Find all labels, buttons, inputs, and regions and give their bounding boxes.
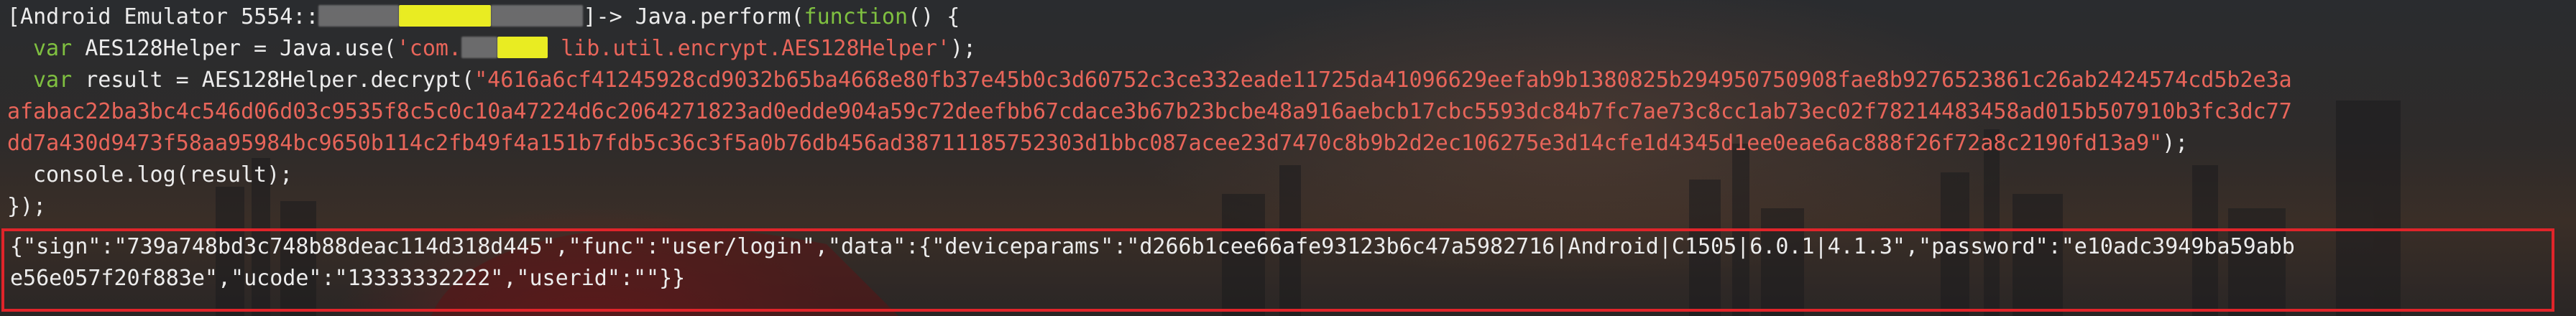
code-line-close: }); [7, 191, 2569, 223]
code-line-use: var AES128Helper = Java.use('com. lib.ut… [7, 33, 2569, 65]
prompt-prefix: [Android Emulator 5554:: [7, 4, 319, 29]
redacted-device-id-tail [491, 5, 584, 27]
class-string-end: lib.util.encrypt.AES128Helper' [548, 36, 950, 61]
terminal-output: [Android Emulator 5554::]-> Java.perform… [7, 1, 2569, 223]
code-end: ); [949, 36, 977, 61]
cipher-string-part2: afabac22ba3bc4c546d06d03c9535f8c5c0c10a4… [7, 99, 2292, 124]
code-text: result = AES128Helper.decrypt( [72, 68, 475, 93]
cipher-string-part3: dd7a430d9473f58aa95984bc9650b114c2fb49f4… [7, 131, 2163, 156]
decrypted-result-line2: e56e057f20f883e","ucode":"13333332222","… [10, 266, 686, 291]
redacted-package-highlight [497, 37, 548, 58]
code-line-decrypt: var result = AES128Helper.decrypt("4616a… [7, 65, 2569, 96]
class-string-start: 'com. [396, 36, 462, 61]
closing-brace: }); [7, 194, 47, 219]
code-end: ); [2162, 131, 2189, 156]
decrypted-result-highlight-box: {"sign":"739a748bd3c748b88deac114d318d44… [1, 228, 2554, 312]
decrypted-result-line1: {"sign":"739a748bd3c748b88deac114d318d44… [10, 234, 2295, 259]
console-log-call: console.log(result); [33, 162, 293, 187]
prompt-line: [Android Emulator 5554::]-> Java.perform… [7, 1, 2569, 33]
redacted-device-id [318, 5, 400, 27]
code-line-decrypt-end: dd7a430d9473f58aa95984bc9650b114c2fb49f4… [7, 128, 2569, 159]
cipher-string-part1: "4616a6cf41245928cd9032b65ba4668e80fb37e… [474, 68, 2292, 93]
code-text: AES128Helper = Java.use( [72, 36, 397, 61]
function-keyword: function [804, 4, 908, 29]
redacted-device-id-highlight [399, 5, 492, 27]
var-keyword: var [33, 36, 73, 61]
prompt-suffix: ]-> Java.perform( [583, 4, 804, 29]
var-keyword: var [33, 68, 73, 93]
redacted-package [461, 37, 498, 58]
code-line-log: console.log(result); [7, 159, 2569, 191]
function-open: () { [908, 4, 960, 29]
